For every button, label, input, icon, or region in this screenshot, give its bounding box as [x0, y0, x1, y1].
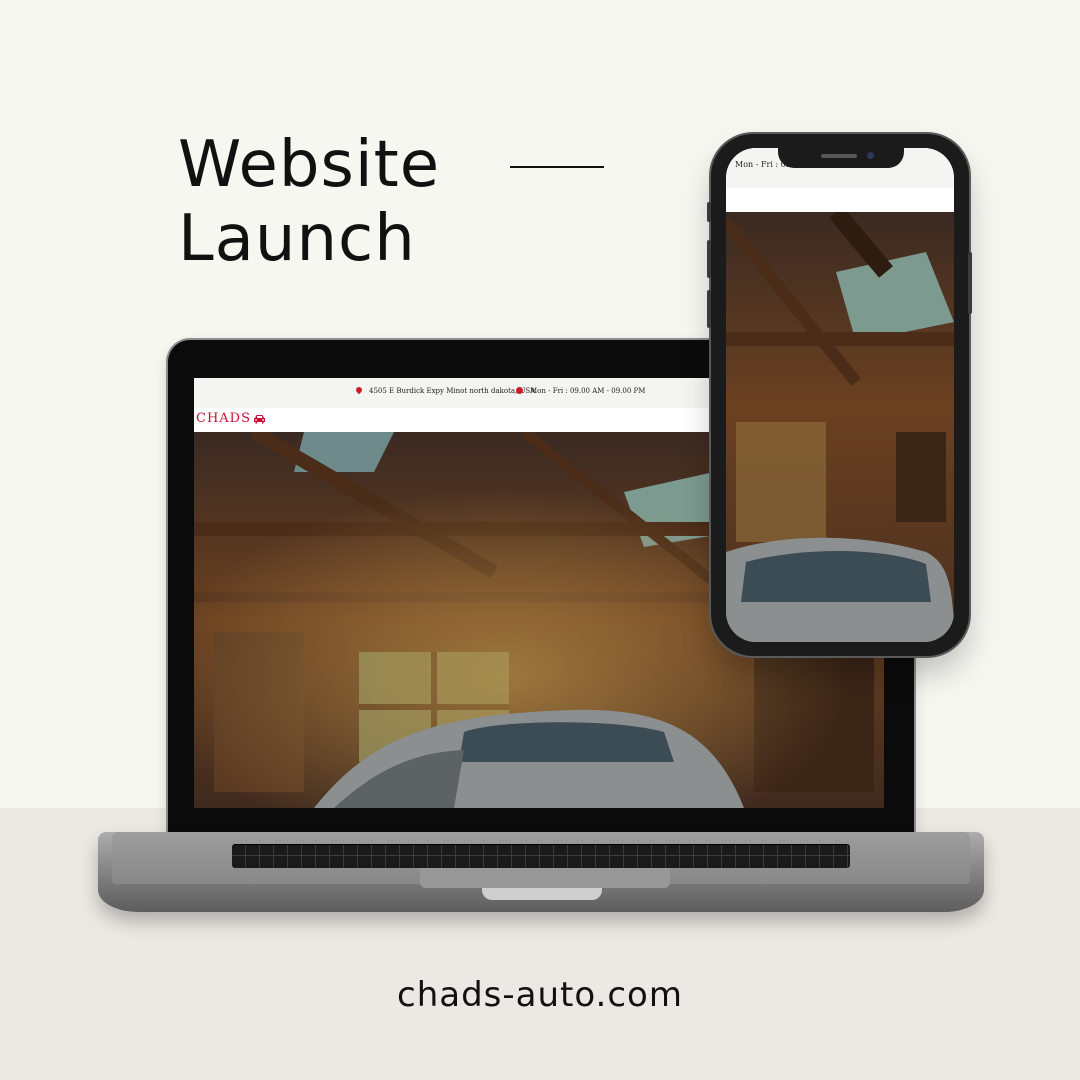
site-logo[interactable]: CHADS [196, 411, 251, 426]
headline: Website Launch [178, 128, 440, 276]
laptop-notch [482, 888, 602, 900]
phone-silent-switch [707, 202, 711, 222]
phone-volume-down [707, 290, 711, 328]
laptop-keyboard [232, 844, 850, 868]
location-pin-icon [354, 385, 364, 395]
clock-icon [516, 387, 523, 394]
site-address-text: 4505 E Burdick Expy Minot north dakota, … [369, 387, 536, 395]
site-hours-text: Mon - Fri : 09.00 AM - 09.00 PM [530, 387, 646, 395]
phone-speaker [821, 154, 857, 158]
phone-screen: Mon - Fri : 09. [726, 148, 954, 642]
phone-hero-image [726, 212, 954, 642]
car-icon [254, 415, 265, 424]
phone-camera [867, 152, 874, 159]
headline-line-2: Launch [178, 202, 416, 276]
phone-power-button [968, 252, 972, 314]
site-address: 4505 E Burdick Expy Minot north dakota, … [354, 385, 536, 395]
laptop-trackpad [420, 868, 670, 888]
site-hours: Mon - Fri : 09.00 AM - 09.00 PM [516, 387, 645, 395]
headline-dash [510, 166, 604, 168]
website-url: chads-auto.com [397, 975, 683, 1015]
headline-line-1: Website [178, 128, 441, 202]
phone-site-navbar [726, 188, 954, 212]
phone-volume-up [707, 240, 711, 278]
